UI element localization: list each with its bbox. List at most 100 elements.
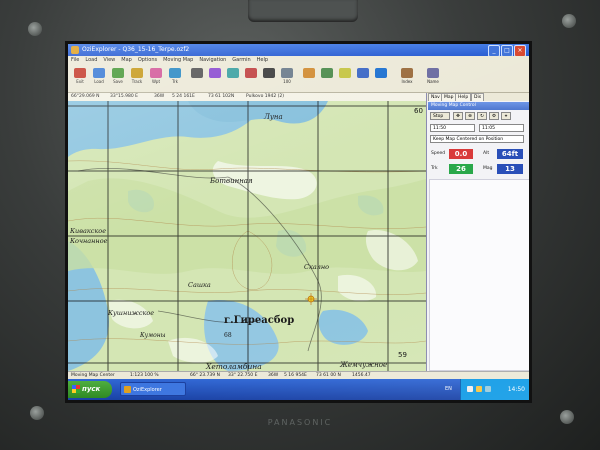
map-label-skalno: Скално: [304, 263, 329, 271]
move-icon[interactable]: ✥: [453, 112, 463, 120]
map-view[interactable]: Ботвинная Кивакское Кочнанное Луна Сашка…: [68, 101, 426, 371]
panel-title: Moving Map Control: [428, 102, 529, 110]
map-label-botvinnaya: Ботвинная: [209, 177, 253, 185]
toolbar-button-0[interactable]: Exit: [71, 67, 89, 89]
map-label-kumony: Кумоны: [139, 332, 166, 339]
map-label-hetolambina: Хетоламбина: [205, 362, 262, 371]
map-label-sashka: Сашка: [188, 281, 211, 289]
topographic-map[interactable]: Ботвинная Кивакское Кочнанное Луна Сашка…: [68, 101, 426, 371]
taskbar-item-oziexplorer[interactable]: OziExplorer: [120, 382, 186, 396]
interval-select-a[interactable]: 11:50: [430, 124, 475, 132]
toolbar-icon-13: [321, 68, 333, 78]
centering-mode-select[interactable]: Keep Map Centered on Position: [430, 135, 524, 143]
toolbar-icon-10: [263, 68, 275, 78]
moving-map-panel: Nav Map Help Dis Moving Map Control Stop…: [426, 93, 529, 371]
toolbar-icon-9: [245, 68, 257, 78]
toolbar-icon-12: [303, 68, 315, 78]
menu-map[interactable]: Map: [118, 56, 135, 64]
interval-select-b[interactable]: 11:05: [479, 124, 524, 132]
grid-number-bottom: 59: [398, 351, 407, 359]
toolbar-button-14[interactable]: [336, 67, 354, 89]
toolbar-icon-11: [281, 68, 293, 78]
magnetic-value: 13: [497, 164, 523, 174]
menu-garmin[interactable]: Garmin: [229, 56, 253, 64]
tab-help[interactable]: Help: [455, 93, 472, 101]
grid-number-top: 60: [414, 107, 423, 115]
magnetic-label: Mag: [483, 166, 493, 171]
toolbar-icon-1: [93, 68, 105, 78]
toolbar-button-1[interactable]: Load: [90, 67, 108, 89]
toolbar-button-6[interactable]: [188, 67, 206, 89]
refresh-icon[interactable]: ↻: [477, 112, 487, 120]
toolbar-label-4: Wpt: [151, 79, 161, 84]
menu-options[interactable]: Options: [135, 56, 160, 64]
speed-label: Speed: [431, 151, 446, 156]
toolbar-button-7[interactable]: [206, 67, 224, 89]
coord-lon: 33°15.980 E: [110, 94, 138, 99]
toolbar-icon-17: [401, 68, 413, 78]
toolbar-button-5[interactable]: Trk: [166, 67, 184, 89]
tab-dis[interactable]: Dis: [471, 93, 485, 101]
track-value: 26: [449, 164, 473, 174]
toolbar: Exit Load Save Track Wpt Trk 100 Index Name: [68, 64, 529, 93]
window-title: OziExplorer - Q36_15-16_Terpe.ozf2: [82, 46, 190, 53]
toolbar-icon-0: [74, 68, 86, 78]
language-indicator[interactable]: EN: [445, 379, 452, 400]
map-elevation: 68: [224, 332, 232, 339]
toolbar-icon-3: [131, 68, 143, 78]
start-button[interactable]: пуск: [68, 381, 112, 398]
coord-northing: 73 61 102N: [208, 94, 235, 99]
toolbar-button-4[interactable]: Wpt: [147, 67, 165, 89]
menu-view[interactable]: View: [100, 56, 118, 64]
toolbar-button-11[interactable]: 100: [278, 67, 296, 89]
map-label-kochnannoe: Кочнанное: [69, 237, 108, 245]
panel-tabs: Nav Map Help Dis: [427, 93, 529, 101]
menu-navigation[interactable]: Navigation: [196, 56, 229, 64]
coord-datum: Pulkovo 1942 (2): [246, 94, 285, 99]
tray-volume-icon[interactable]: [485, 386, 491, 392]
menu-moving-map[interactable]: Moving Map: [160, 56, 196, 64]
toolbar-button-13[interactable]: [318, 67, 336, 89]
track-icon[interactable]: ⌖: [501, 112, 511, 120]
map-label-gireasbor: г.Гиреасбор: [224, 315, 294, 326]
toolbar-button-17[interactable]: Index: [398, 67, 416, 89]
menu-load[interactable]: Load: [82, 56, 100, 64]
toolbar-label-18: Name: [427, 79, 439, 84]
toolbar-button-10[interactable]: [260, 67, 278, 89]
toolbar-button-18[interactable]: Name: [424, 67, 442, 89]
menu-file[interactable]: File: [68, 56, 82, 64]
toolbar-label-0: Exit: [76, 79, 84, 84]
toolbar-icon-8: [227, 68, 239, 78]
toolbar-button-12[interactable]: [300, 67, 318, 89]
stop-button[interactable]: Stop: [430, 112, 450, 120]
toolbar-label-3: Track: [131, 79, 143, 84]
toolbar-button-2[interactable]: Save: [109, 67, 127, 89]
zoom-icon[interactable]: ⊕: [465, 112, 475, 120]
clock: 14:50: [507, 386, 525, 393]
toolbar-icon-6: [191, 68, 203, 78]
system-tray: EN 14:50: [445, 379, 529, 400]
map-label-kushnizhskoe: Кушнижское: [107, 309, 154, 317]
menu-bar: File Load View Map Options Moving Map Navigati…: [68, 56, 529, 64]
toolbar-button-15[interactable]: [354, 67, 372, 89]
altitude-label: Alt: [483, 151, 490, 156]
settings-icon[interactable]: ⚙: [489, 112, 499, 120]
toolbar-button-3[interactable]: Track: [128, 67, 146, 89]
taskbar-item-label: OziExplorer: [133, 387, 162, 393]
taskbar: пуск OziExplorer EN 14:50: [68, 379, 529, 400]
toolbar-label-11: 100: [283, 79, 291, 84]
start-label: пуск: [82, 385, 101, 393]
windows-flag-icon: [72, 385, 80, 393]
menu-help[interactable]: Help: [254, 56, 271, 64]
screen: OziExplorer - Q36_15-16_Terpe.ozf2 _ □ ×…: [68, 44, 529, 400]
panel-empty-area: [429, 179, 529, 371]
title-bar: OziExplorer - Q36_15-16_Terpe.ozf2 _ □ ×: [68, 44, 529, 57]
toolbar-icon-16: [375, 68, 387, 78]
tray-network-icon[interactable]: [467, 386, 473, 392]
toolbar-button-16[interactable]: [372, 67, 390, 89]
speed-value: 0.0: [449, 149, 473, 159]
toolbar-button-8[interactable]: [224, 67, 242, 89]
toolbar-icon-5: [169, 68, 181, 78]
tray-power-icon[interactable]: [476, 386, 482, 392]
toolbar-button-9[interactable]: [242, 67, 260, 89]
